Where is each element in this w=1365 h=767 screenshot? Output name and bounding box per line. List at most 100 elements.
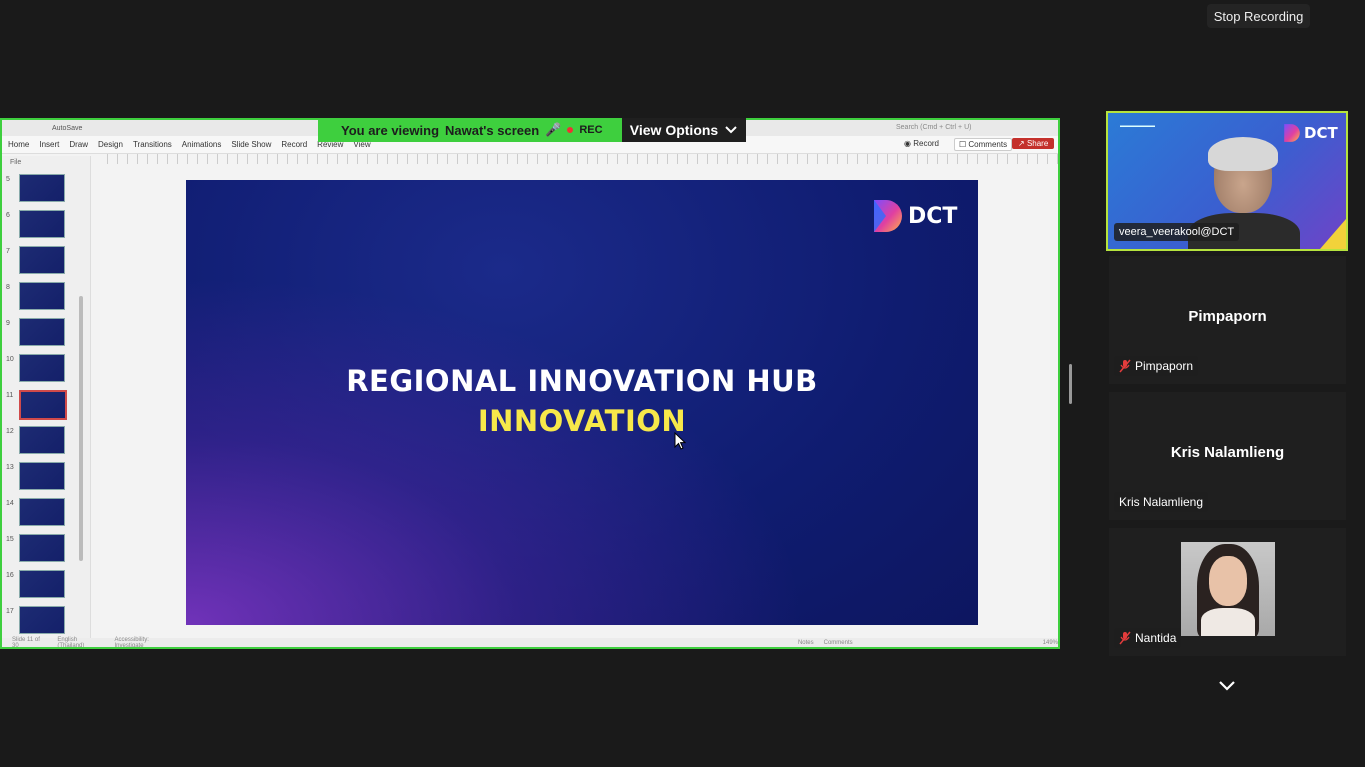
thumbnail-10[interactable]: 10 — [2, 354, 88, 382]
rec-label: REC — [579, 124, 603, 136]
comments-button[interactable]: ☐ Comments — [954, 138, 1013, 151]
status-comments[interactable]: Comments — [824, 640, 853, 646]
thumbnail-17[interactable]: 17 — [2, 606, 88, 634]
thumbnail-number: 13 — [6, 464, 14, 471]
participant-name: Nantida — [1135, 631, 1177, 645]
mic-muted-icon: 🎤 — [545, 122, 562, 137]
thumbnail-image — [19, 174, 65, 202]
stop-recording-button[interactable]: Stop Recording — [1207, 4, 1310, 28]
slide-thumbnails: File 5 6 7 8 9 10 11 12 13 14 15 16 17 — [2, 156, 91, 640]
thumbnail-number: 5 — [6, 176, 10, 183]
viewing-banner: You are viewing Nawat's screen 🎤 REC — [318, 118, 622, 142]
decorative-corner — [1320, 219, 1346, 249]
viewing-prefix: You are viewing — [341, 122, 440, 138]
participant-display-name: Pimpaporn — [1188, 308, 1267, 325]
thumbnail-image — [19, 210, 65, 238]
thumbnail-image — [19, 426, 65, 454]
slide-canvas[interactable]: DCT REGIONAL INNOVATION HUB INNOVATION — [186, 180, 978, 625]
record-dot-icon: ◉ — [904, 139, 911, 148]
view-options-button[interactable]: View Options — [622, 118, 746, 142]
logo-text: DCT — [908, 203, 958, 229]
panel-resize-handle[interactable] — [1069, 364, 1072, 404]
autosave-label: AutoSave — [52, 124, 83, 132]
tab-design[interactable]: Design — [98, 140, 123, 149]
thumbnail-image — [19, 354, 65, 382]
dct-logo-small: DCT — [1283, 123, 1338, 143]
tab-insert[interactable]: Insert — [39, 140, 59, 149]
thumbnail-14[interactable]: 14 — [2, 498, 88, 526]
thumbnail-number: 15 — [6, 536, 14, 543]
thumbnail-image — [19, 282, 65, 310]
thumbnail-16[interactable]: 16 — [2, 570, 88, 598]
participant-video — [1181, 542, 1275, 636]
thumbnail-11[interactable]: 11 — [2, 390, 88, 420]
share-button[interactable]: ↗ Share — [1012, 138, 1055, 149]
slide-title-line2: INNOVATION — [477, 404, 687, 438]
tab-animations[interactable]: Animations — [182, 140, 222, 149]
tab-record[interactable]: Record — [281, 140, 307, 149]
thumbnail-15[interactable]: 15 — [2, 534, 88, 562]
thumbnail-image — [19, 570, 65, 598]
participant-tile-veera[interactable]: ▬▬▬▬▬▬▬ DCT veera_veerakool@DCT — [1106, 111, 1348, 251]
thumbnail-13[interactable]: 13 — [2, 462, 88, 490]
thumbnail-image — [19, 534, 65, 562]
thumbnail-number: 10 — [6, 356, 14, 363]
record-label: Record — [913, 139, 940, 148]
participant-name-label: Nantida — [1114, 628, 1182, 648]
record-dot-icon — [567, 127, 574, 133]
thumbnail-6[interactable]: 6 — [2, 210, 88, 238]
thumbnail-image-selected — [19, 390, 67, 420]
status-notes[interactable]: Notes — [798, 640, 814, 646]
thumbnail-9[interactable]: 9 — [2, 318, 88, 346]
thumbnail-image — [19, 462, 65, 490]
dct-logo-icon — [1284, 124, 1300, 142]
participant-tile-pimpaporn[interactable]: Pimpaporn Pimpaporn — [1109, 256, 1346, 384]
status-accessibility[interactable]: Accessibility: Investigate — [115, 637, 178, 648]
powerpoint-statusbar: Slide 11 of 30 English (Thailand) Access… — [2, 636, 1058, 649]
dct-logo-icon — [874, 200, 902, 232]
thumbnail-image — [19, 318, 65, 346]
ruler — [98, 154, 1058, 164]
tab-transitions[interactable]: Transitions — [133, 140, 172, 149]
cursor-icon — [674, 432, 686, 450]
chevron-down-icon[interactable] — [1217, 678, 1237, 692]
status-language: English (Thailand) — [57, 636, 85, 649]
thai-slide-text: ▬▬▬▬▬▬▬ — [1120, 123, 1155, 129]
tab-home[interactable]: Home — [8, 140, 29, 149]
thumbnail-image — [19, 498, 65, 526]
rec-indicator: REC — [567, 124, 603, 136]
participant-name-label: Kris Nalamlieng — [1114, 492, 1209, 512]
chevron-down-icon — [725, 126, 737, 134]
file-label: File — [10, 159, 22, 166]
participant-name: Pimpaporn — [1135, 359, 1194, 373]
participant-name-label: veera_veerakool@DCT — [1114, 223, 1240, 241]
thumbnail-number: 14 — [6, 500, 14, 507]
powerpoint-search[interactable]: Search (Cmd + Ctrl + U) — [896, 124, 971, 131]
participant-name: veera_veerakool@DCT — [1119, 226, 1235, 238]
thumbnail-7[interactable]: 7 — [2, 246, 88, 274]
thumbnail-5[interactable]: 5 — [2, 174, 88, 202]
slide-title-line1: REGIONAL INNOVATION HUB — [346, 364, 818, 398]
logo-text: DCT — [1304, 124, 1338, 142]
thumbnail-12[interactable]: 12 — [2, 426, 88, 454]
thumbnail-number: 8 — [6, 284, 10, 291]
status-zoom[interactable]: 149% — [1043, 640, 1058, 646]
tab-slide-show[interactable]: Slide Show — [231, 140, 271, 149]
tab-draw[interactable]: Draw — [69, 140, 88, 149]
thumbnail-image — [19, 246, 65, 274]
participant-tile-kris[interactable]: Kris Nalamlieng Kris Nalamlieng — [1109, 392, 1346, 520]
comments-icon: ☐ — [959, 140, 967, 149]
comments-label: Comments — [968, 140, 1008, 149]
mic-muted-icon — [1119, 359, 1131, 373]
mic-muted-icon — [1119, 631, 1131, 645]
thumbnail-number: 9 — [6, 320, 10, 327]
viewing-name: Nawat's screen — [445, 122, 540, 138]
thumbnail-8[interactable]: 8 — [2, 282, 88, 310]
thumbnail-scrollbar[interactable] — [79, 296, 83, 561]
status-slide: Slide 11 of 30 — [12, 636, 40, 649]
record-button[interactable]: ◉ Record — [904, 139, 939, 148]
thumbnail-number: 7 — [6, 248, 10, 255]
thumbnail-number: 12 — [6, 428, 14, 435]
thumbnail-number: 11 — [6, 392, 14, 399]
participant-display-name: Kris Nalamlieng — [1170, 444, 1285, 461]
